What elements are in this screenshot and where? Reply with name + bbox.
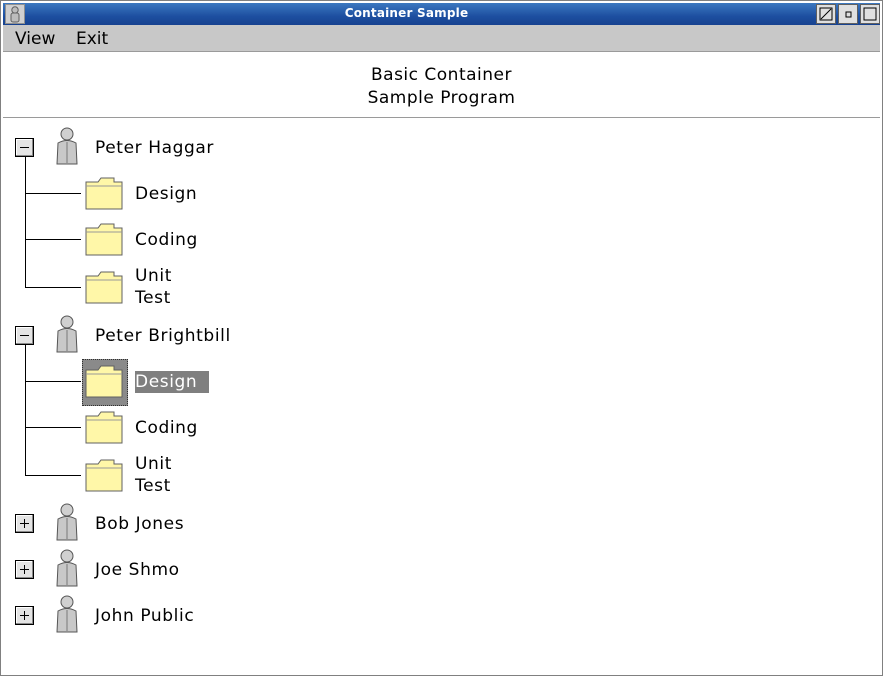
menu-view[interactable]: View <box>15 29 55 49</box>
tree-connector <box>25 381 81 382</box>
expand-button[interactable] <box>15 606 34 625</box>
folder-icon[interactable] <box>84 222 124 258</box>
expand-button[interactable] <box>15 514 34 533</box>
tree-node-label[interactable]: Unit Test <box>135 453 195 497</box>
person-icon[interactable] <box>53 314 81 354</box>
tree-view: Peter Haggar Design Coding Unit Test Pet… <box>3 52 880 673</box>
person-icon[interactable] <box>53 548 81 588</box>
title-bar[interactable]: Container Sample <box>3 3 880 25</box>
expand-button[interactable] <box>15 560 34 579</box>
folder-icon[interactable] <box>84 410 124 446</box>
tree-node-label[interactable]: Coding <box>135 229 198 251</box>
tree-node-label[interactable]: John Public <box>95 605 194 627</box>
app-window: Container Sample View Exit Basic Contain… <box>0 0 883 676</box>
minimize-button[interactable] <box>838 4 858 24</box>
window-title: Container Sample <box>344 6 469 20</box>
tree-node-label[interactable]: Coding <box>135 417 198 439</box>
tree-connector <box>25 344 26 476</box>
container-client-area[interactable]: Basic Container Sample Program Peter Hag… <box>3 52 880 673</box>
maximize-button[interactable] <box>860 4 880 24</box>
collapse-button[interactable] <box>15 326 34 345</box>
menu-bar: View Exit <box>3 25 880 52</box>
label-line-2: Test <box>135 476 171 496</box>
tree-node-label[interactable]: Bob Jones <box>95 513 184 535</box>
label-line-1: Unit <box>135 454 173 474</box>
selected-node-label[interactable]: Design <box>135 371 210 393</box>
hide-button[interactable] <box>816 4 836 24</box>
label-line-2: Test <box>135 288 171 308</box>
tree-node-label[interactable]: Peter Haggar <box>95 137 214 159</box>
tree-connector <box>25 156 26 288</box>
person-icon[interactable] <box>53 126 81 166</box>
folder-icon[interactable] <box>84 270 124 306</box>
person-icon[interactable] <box>53 502 81 542</box>
folder-icon[interactable] <box>84 364 124 400</box>
tree-connector <box>25 287 81 288</box>
collapse-button[interactable] <box>15 138 34 157</box>
folder-icon[interactable] <box>84 458 124 494</box>
menu-exit[interactable]: Exit <box>76 29 108 49</box>
tree-node-label[interactable]: Design <box>135 183 197 205</box>
tree-connector <box>25 427 81 428</box>
label-line-1: Unit <box>135 266 173 286</box>
folder-icon[interactable] <box>84 176 124 212</box>
tree-node-label[interactable]: Joe Shmo <box>95 559 180 581</box>
tree-connector <box>25 193 81 194</box>
tree-connector <box>25 239 81 240</box>
tree-node-label[interactable]: Peter Brightbill <box>95 325 231 347</box>
tree-connector <box>25 475 81 476</box>
person-icon[interactable] <box>53 594 81 634</box>
tree-node-label[interactable]: Unit Test <box>135 265 195 309</box>
